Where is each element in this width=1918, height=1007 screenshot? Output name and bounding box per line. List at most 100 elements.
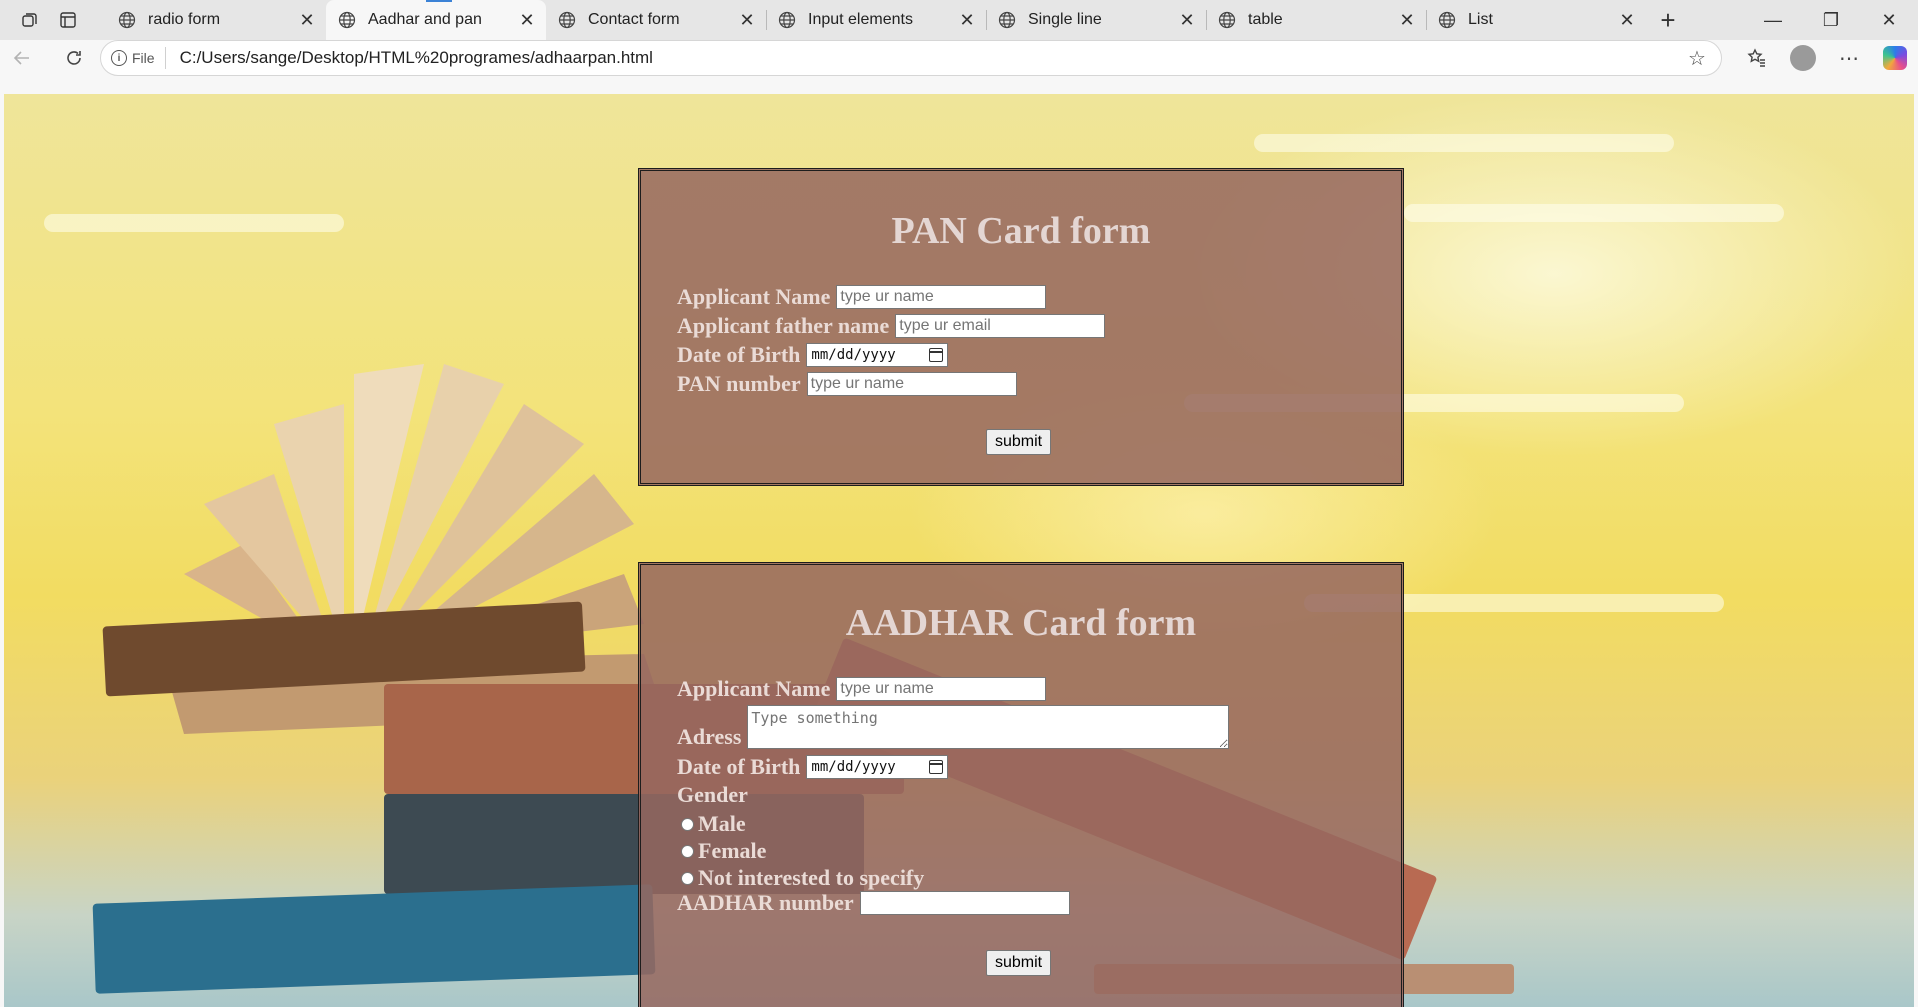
radio-label: Male — [698, 811, 746, 836]
field-label: Applicant father name — [677, 313, 890, 338]
avatar — [1790, 45, 1816, 71]
pan-name-row: Applicant Name — [677, 284, 1047, 309]
close-icon[interactable]: ✕ — [298, 10, 316, 30]
globe-icon — [558, 11, 576, 29]
restore-icon[interactable]: ❐ — [1802, 0, 1860, 40]
tab-input-elements[interactable]: Input elements ✕ — [766, 0, 986, 40]
field-label: Adress — [677, 724, 742, 749]
background-streak — [1404, 204, 1784, 222]
gender-row: Gender — [677, 783, 754, 807]
omnibox[interactable]: i File C:/Users/sange/Desktop/HTML%20pro… — [100, 40, 1722, 76]
tab-aadhar-and-pan[interactable]: Aadhar and pan ✕ — [326, 0, 546, 40]
field-label: Gender — [677, 782, 748, 807]
field-label: Date of Birth — [677, 342, 801, 367]
date-of-birth-input[interactable]: mm/dd/yyyy — [806, 755, 949, 779]
radio-label: Female — [698, 838, 767, 863]
field-label: Date of Birth — [677, 754, 801, 779]
tab-label: List — [1468, 11, 1493, 28]
minimize-icon[interactable]: — — [1744, 0, 1802, 40]
tab-label: Single line — [1028, 11, 1102, 28]
radio-label: Not interested to specify — [698, 865, 925, 890]
tab-label: Contact form — [588, 11, 680, 28]
info-icon: i — [111, 50, 127, 66]
window-controls: — ❐ ✕ — [1744, 0, 1918, 40]
background-streak — [44, 214, 344, 232]
tab-label: Input elements — [808, 11, 913, 28]
pan-father-row: Applicant father name — [677, 313, 1106, 338]
applicant-name-input[interactable] — [836, 677, 1047, 701]
form-title: AADHAR Card form — [845, 602, 1197, 644]
more-options-icon[interactable]: ⋯ — [1826, 46, 1872, 71]
tab-label: table — [1248, 11, 1283, 28]
tab-strip-left-tools — [0, 0, 106, 40]
field-label: AADHAR number — [677, 890, 854, 915]
gender-option-female[interactable]: Female — [681, 838, 766, 864]
favorites-icon[interactable] — [1734, 48, 1780, 68]
tab-strip: radio form ✕ Aadhar and pan ✕ Contact fo… — [0, 0, 1918, 40]
globe-icon — [998, 11, 1016, 29]
globe-icon — [778, 11, 796, 29]
pan-card-form: PAN Card form Applicant Name Applicant f… — [638, 168, 1404, 486]
date-of-birth-input[interactable]: mm/dd/yyyy — [806, 343, 949, 367]
aadhar-dob-row: Date of Birth mm/dd/yyyy — [677, 754, 949, 779]
close-icon[interactable]: ✕ — [518, 10, 536, 30]
globe-icon — [338, 11, 356, 29]
site-info-chip[interactable]: i File — [111, 47, 166, 69]
new-tab-button[interactable]: + — [1646, 0, 1690, 40]
calendar-icon[interactable] — [929, 760, 944, 774]
close-icon[interactable]: ✕ — [738, 10, 756, 30]
gender-option-unspecified[interactable]: Not interested to specify — [681, 865, 924, 891]
calendar-icon[interactable] — [929, 348, 944, 362]
tab-label: radio form — [148, 11, 221, 28]
address-textarea[interactable] — [747, 705, 1230, 749]
close-icon[interactable]: ✕ — [1398, 10, 1416, 30]
workspaces-icon[interactable] — [18, 8, 42, 32]
radio-button[interactable] — [681, 817, 694, 831]
globe-icon — [1438, 11, 1456, 29]
aadhar-card-form: AADHAR Card form Applicant Name Adress D… — [638, 562, 1404, 1007]
aadhar-number-input[interactable] — [859, 891, 1070, 915]
close-window-icon[interactable]: ✕ — [1860, 0, 1918, 40]
profile-avatar[interactable] — [1780, 45, 1826, 71]
pan-number-input[interactable] — [806, 372, 1017, 396]
applicant-name-input[interactable] — [836, 285, 1047, 309]
url-text[interactable]: C:/Users/sange/Desktop/HTML%20programes/… — [180, 48, 1681, 68]
vertical-tabs-icon[interactable] — [56, 8, 80, 32]
tab-label: Aadhar and pan — [368, 11, 482, 28]
address-bar: i File C:/Users/sange/Desktop/HTML%20pro… — [0, 40, 1918, 76]
favorite-star-icon[interactable]: ☆ — [1681, 46, 1713, 71]
pan-dob-row: Date of Birth mm/dd/yyyy — [677, 342, 949, 367]
aadhar-name-row: Applicant Name — [677, 677, 1047, 701]
tab-table[interactable]: table ✕ — [1206, 0, 1426, 40]
tab-contact-form[interactable]: Contact form ✕ — [546, 0, 766, 40]
field-label: PAN number — [677, 371, 801, 396]
background-streak — [1254, 134, 1674, 152]
date-placeholder: mm/dd/yyyy — [811, 347, 896, 363]
copilot-logo — [1883, 46, 1907, 70]
gender-option-male[interactable]: Male — [681, 811, 746, 837]
father-name-input[interactable] — [895, 314, 1106, 338]
field-label: Applicant Name — [677, 284, 831, 309]
submit-button[interactable]: submit — [986, 950, 1052, 976]
pan-number-row: PAN number — [677, 372, 1017, 396]
close-icon[interactable]: ✕ — [1178, 10, 1196, 30]
globe-icon — [1218, 11, 1236, 29]
radio-button[interactable] — [681, 844, 694, 858]
tab-single-line[interactable]: Single line ✕ — [986, 0, 1206, 40]
aadhar-number-row: AADHAR number — [677, 891, 1070, 915]
back-arrow-icon[interactable] — [6, 42, 38, 74]
date-placeholder: mm/dd/yyyy — [811, 759, 896, 775]
copilot-icon[interactable] — [1872, 46, 1918, 70]
close-icon[interactable]: ✕ — [1618, 10, 1636, 30]
aadhar-address-row: Adress — [677, 705, 1230, 749]
submit-button[interactable]: submit — [986, 429, 1052, 455]
form-title: PAN Card form — [891, 210, 1151, 252]
tab-radio-form[interactable]: radio form ✕ — [106, 0, 326, 40]
tab-list[interactable]: List ✕ — [1426, 0, 1646, 40]
browser-toolbar: ⋯ — [1734, 40, 1918, 76]
book-spine — [92, 884, 656, 994]
page-viewport: PAN Card form Applicant Name Applicant f… — [4, 94, 1914, 1007]
radio-button[interactable] — [681, 871, 694, 885]
refresh-icon[interactable] — [58, 42, 90, 74]
close-icon[interactable]: ✕ — [958, 10, 976, 30]
